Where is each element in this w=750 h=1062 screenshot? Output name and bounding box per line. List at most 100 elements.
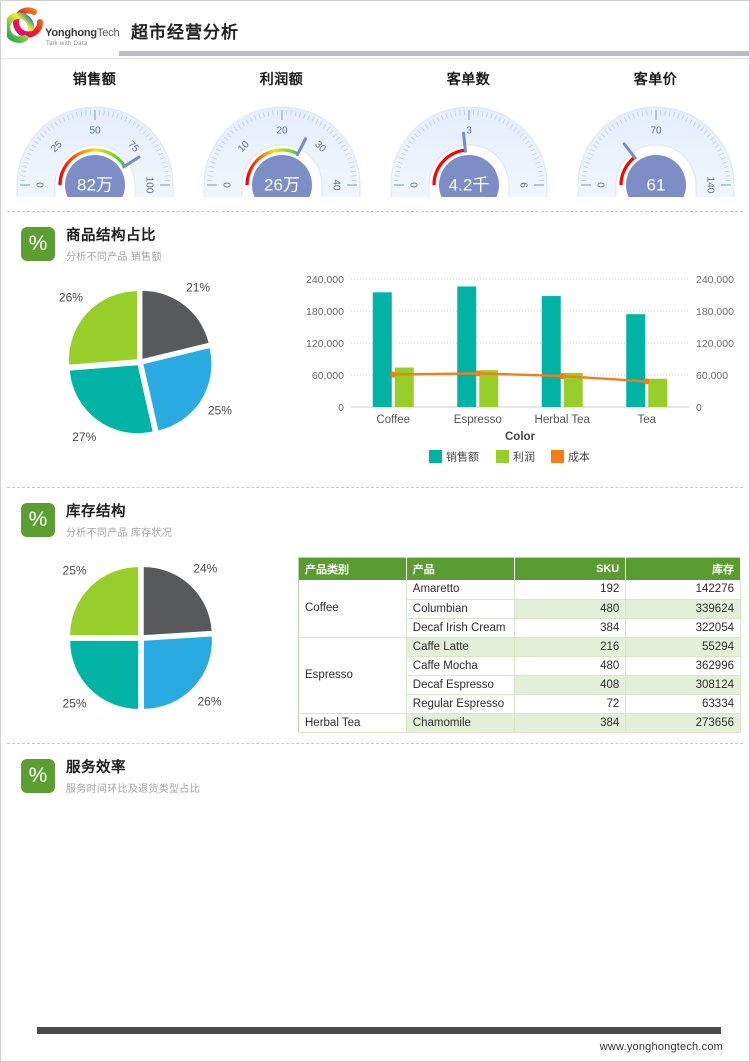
table-header-cell[interactable]: 库存 <box>625 557 741 580</box>
product-structure-section: % 商品结构占比 分析不同产品 销售额 21% 25% 27% 26% 0 0 60,00… <box>1 212 749 487</box>
bar[interactable] <box>541 296 561 407</box>
kpi-value: 4.2千 <box>448 175 489 194</box>
table-cell-product: Decaf Espresso <box>406 675 515 695</box>
table-cell-stock: 55294 <box>625 637 741 657</box>
y-axis-tick: 240,000 <box>306 274 344 286</box>
page-title: 超市经营分析 <box>131 22 239 42</box>
section-title: 库存结构 <box>66 504 126 520</box>
footer-accent-bar <box>37 1027 721 1034</box>
svg-text:140: 140 <box>704 177 715 194</box>
bar[interactable] <box>626 314 646 407</box>
bar[interactable] <box>457 286 477 407</box>
table-cell-category: Herbal Tea <box>298 713 407 733</box>
pie-label: 24% <box>193 562 217 576</box>
kpi-card-1[interactable]: 利润额 0 10 20 30 40 26万 <box>188 69 375 215</box>
y-axis-tick-right: 0 <box>696 402 702 414</box>
y-axis-tick: 180,000 <box>306 306 344 318</box>
table-cell-product: Amaretto <box>406 580 515 600</box>
footer-url: www.yonghongtech.com <box>599 1041 723 1053</box>
table-cell-product: Caffe Latte <box>406 637 515 657</box>
dashboard-page: YonghongTech Talk with Data 超市经营分析 销售额 0 2… <box>0 0 750 1062</box>
gauge[interactable]: 0 3 6 4.2千 <box>381 93 557 215</box>
product-structure-heading: % 商品结构占比 分析不同产品 销售额 <box>1 212 749 267</box>
table-cell-stock: 308124 <box>625 675 741 695</box>
percent-icon: % <box>21 226 55 261</box>
svg-text:0: 0 <box>596 182 607 188</box>
table-cell-product: Caffe Mocha <box>406 656 515 676</box>
kpi-value: 82万 <box>77 175 113 194</box>
pie-label: 26% <box>59 290 83 304</box>
section-subtitle: 分析不同产品 库存状况 <box>66 528 173 539</box>
service-efficiency-section: % 服务效率 服务时间环比及退货类型占比 <box>1 744 749 979</box>
line-point <box>474 370 481 377</box>
table-cell-sku: 216 <box>514 637 627 657</box>
product-pie-container: 21% 25% 27% 26% <box>1 267 289 487</box>
bar[interactable] <box>479 370 499 407</box>
y-axis-tick-right: 120,000 <box>696 338 734 350</box>
inventory-table[interactable]: 产品类别 产品 SKU 库存 Coffee Amaretto 192 142276 Colum… <box>298 557 741 733</box>
kpi-title: 销售额 <box>72 71 117 87</box>
x-axis-title: Color <box>505 431 536 443</box>
table-cell-sku: 384 <box>514 713 627 733</box>
line-point <box>559 373 566 380</box>
table-cell-product: Decaf Irish Cream <box>406 618 515 638</box>
kpi-card-3[interactable]: 客单价 0 70 140 61 <box>562 69 749 215</box>
table-cell-product: Chamomile <box>406 713 515 733</box>
table-cell-stock: 362996 <box>625 656 741 676</box>
gauge[interactable]: 0 70 140 61 <box>568 93 744 215</box>
legend-swatch <box>551 450 564 463</box>
sales-bar-chart-container: 0 0 60,000 60,000 120,000 120,000 180,000 180,0… <box>289 267 749 487</box>
kpi-row: 销售额 0 25 50 75 100 82万 利润额 0 10 20 30 40 26万 客单数 0 3 6 4.2… <box>1 59 749 215</box>
bar[interactable] <box>372 292 392 407</box>
table-header-cell[interactable]: 产品类别 <box>298 557 407 580</box>
y-axis-tick-right: 60,000 <box>696 370 728 382</box>
inventory-table-container: 产品类别 产品 SKU 库存 Coffee Amaretto 192 142276 Colum… <box>290 543 749 743</box>
service-line-chart-container <box>1 799 521 979</box>
section-title: 商品结构占比 <box>66 228 156 244</box>
return-type-donut[interactable] <box>528 799 743 964</box>
kpi-title: 客单价 <box>633 71 678 87</box>
kpi-value: 61 <box>646 175 665 194</box>
y-axis-tick-right: 180,000 <box>696 306 734 318</box>
gauge[interactable]: 0 25 50 75 100 82万 <box>7 93 183 215</box>
product-structure-pie[interactable]: 21% 25% 27% 26% <box>15 267 275 467</box>
y-axis-tick: 120,000 <box>306 338 344 350</box>
inventory-structure-pie[interactable]: 24% 26% 25% 25% <box>16 543 276 743</box>
pie-slice[interactable] <box>69 365 153 434</box>
table-cell-sku: 480 <box>514 656 627 676</box>
pie-slice[interactable] <box>142 290 209 359</box>
inventory-pie-container: 24% 26% 25% 25% <box>1 543 290 743</box>
table-cell-product: Regular Espresso <box>406 694 515 714</box>
percent-icon: % <box>21 502 55 537</box>
table-header-cell[interactable]: 产品 <box>406 557 515 580</box>
x-axis-label: Espresso <box>454 414 502 426</box>
table-cell-stock: 339624 <box>625 599 741 619</box>
service-time-line-chart[interactable] <box>1 799 521 974</box>
table-cell-stock: 142276 <box>625 580 741 600</box>
inventory-section: % 库存结构 分析不同产品 库存状况 24% 26% 25% 25% 产品类别 产品 SK… <box>1 488 749 743</box>
table-row[interactable]: Coffee Amaretto 192 142276 <box>298 580 741 638</box>
legend-label: 销售额 <box>446 450 479 464</box>
kpi-card-2[interactable]: 客单数 0 3 6 4.2千 <box>375 69 562 215</box>
table-row[interactable]: Herbal Tea Chamomile 384 273656 <box>298 713 741 733</box>
table-cell-sku: 384 <box>514 618 627 638</box>
gauge[interactable]: 0 10 20 30 40 26万 <box>194 93 370 215</box>
pie-slice[interactable] <box>143 348 212 431</box>
kpi-card-0[interactable]: 销售额 0 25 50 75 100 82万 <box>1 69 188 215</box>
table-row[interactable]: Espresso Caffe Latte 216 55294 <box>298 637 741 714</box>
svg-text:0: 0 <box>409 182 420 188</box>
table-cell-product: Columbian <box>406 599 515 619</box>
line-point <box>643 378 650 385</box>
table-cell-category: Espresso <box>298 637 407 714</box>
pie-label: 25% <box>208 404 232 418</box>
svg-text:20: 20 <box>276 126 288 137</box>
section-subtitle: 服务时间环比及退货类型占比 <box>66 784 200 795</box>
table-header-cell[interactable]: SKU <box>514 557 627 580</box>
bar[interactable] <box>648 378 668 407</box>
x-axis-label: Coffee <box>376 414 410 426</box>
svg-text:100: 100 <box>143 177 154 194</box>
section-subtitle: 分析不同产品 销售额 <box>66 252 162 263</box>
sales-profit-cost-chart[interactable]: 0 0 60,000 60,000 120,000 120,000 180,000 180,0… <box>289 267 749 482</box>
app-header: YonghongTech Talk with Data 超市经营分析 <box>1 1 749 59</box>
pie-slice[interactable] <box>143 567 212 636</box>
